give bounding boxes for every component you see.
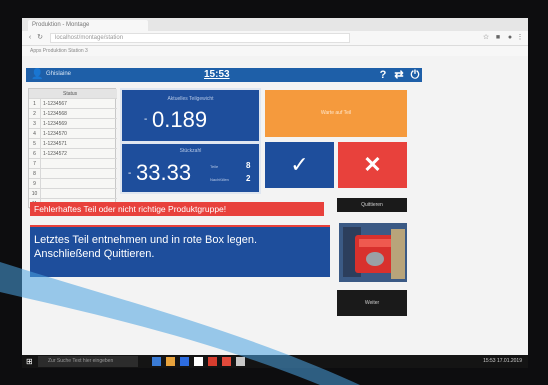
decorative-swoosh bbox=[0, 262, 360, 385]
